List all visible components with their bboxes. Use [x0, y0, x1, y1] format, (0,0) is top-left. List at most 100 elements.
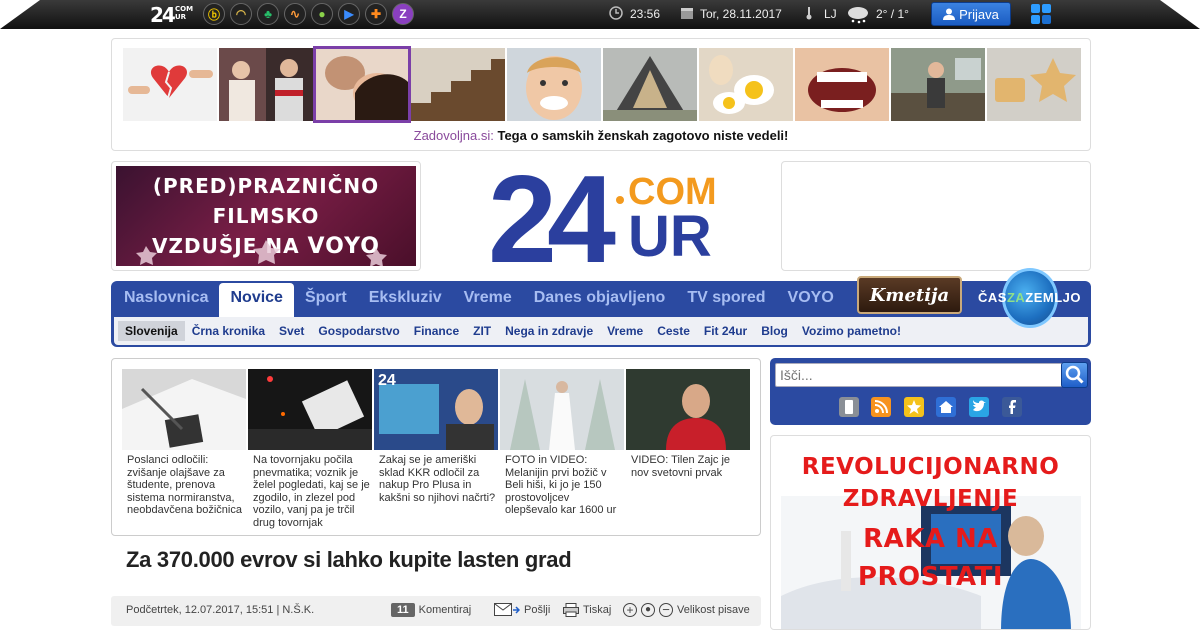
- site-logo[interactable]: 24 COM UR: [488, 151, 718, 289]
- ball-icon[interactable]: ◠: [230, 3, 252, 25]
- nav-item-danes-objavljeno[interactable]: Danes objavljeno: [523, 281, 677, 317]
- bike-icon[interactable]: ⓑ: [203, 3, 225, 25]
- font-size-controls: + ● − Velikost pisave: [623, 603, 750, 617]
- subnav-item-ceste[interactable]: Ceste: [650, 321, 697, 341]
- print-button[interactable]: Tiskaj: [563, 603, 611, 617]
- font-reset-icon[interactable]: ●: [641, 603, 655, 617]
- lines-icon[interactable]: ∿: [284, 3, 306, 25]
- voyo-banner[interactable]: (PRED)PRAZNIČNO FILMSKO VZDUŠJE NA VOYO: [111, 161, 421, 271]
- news-item[interactable]: FOTO in VIDEO: Melanijin prvi božič v Be…: [500, 369, 624, 517]
- promo-thumb-cookies[interactable]: [987, 48, 1081, 121]
- home-icon[interactable]: [936, 397, 956, 417]
- news-text: Zakaj se je ameriški sklad KKR odločil z…: [379, 454, 496, 504]
- subnav-item-slovenija[interactable]: Slovenija: [118, 321, 185, 341]
- nav-item-sport[interactable]: Šport: [294, 281, 358, 317]
- mobile-icon[interactable]: [839, 397, 859, 417]
- nav-item-ekskluziv[interactable]: Ekskluziv: [358, 281, 453, 317]
- comment-button[interactable]: 11 Komentiraj: [391, 603, 471, 617]
- search-input[interactable]: [775, 363, 1063, 387]
- svg-text:24: 24: [378, 372, 396, 389]
- promo-thumb-kitchen[interactable]: [891, 48, 985, 121]
- subnav-item-zit[interactable]: ZIT: [466, 321, 498, 341]
- twitter-icon[interactable]: [969, 397, 989, 417]
- news-image-kkr: 24: [374, 369, 498, 450]
- promo-thumb-boy[interactable]: [507, 48, 601, 121]
- font-size-label: Velikost pisave: [677, 604, 750, 616]
- news-item[interactable]: 24 Zakaj se je ameriški sklad KKR odloči…: [374, 369, 498, 504]
- play-icon[interactable]: ▶: [338, 3, 360, 25]
- font-increase-icon[interactable]: +: [623, 603, 637, 617]
- subnav-item-blog[interactable]: Blog: [754, 321, 795, 341]
- top-bar: 24 COM UR ⓑ ◠ ♣ ∿ ● ▶ ✚ Z 23:56 Tor, 28.1…: [0, 0, 1200, 29]
- subnav-item-gospodarstvo[interactable]: Gospodarstvo: [311, 321, 406, 341]
- kmetija-button[interactable]: Kmetija: [857, 276, 962, 314]
- subnav-item-vreme[interactable]: Vreme: [600, 321, 650, 341]
- search-button[interactable]: [1061, 362, 1088, 388]
- nav-item-voyo[interactable]: VOYO: [777, 281, 845, 317]
- promo-thumb-couple[interactable]: [219, 48, 313, 121]
- news-item[interactable]: VIDEO: Tilen Zajc je nov svetovni prvak: [626, 369, 750, 479]
- partner-icons: ⓑ ◠ ♣ ∿ ● ▶ ✚ Z: [203, 3, 414, 25]
- login-label: Prijava: [959, 6, 999, 22]
- subnav-item-vozimo-pametno[interactable]: Vozimo pametno!: [795, 321, 908, 341]
- rss-icon[interactable]: [871, 397, 891, 417]
- envelope-icon: [494, 603, 520, 616]
- promo-caption[interactable]: Zadovoljna.si: Tega o samskih ženskah za…: [112, 128, 1090, 143]
- news-item[interactable]: Poslanci odločili: zvišanje olajšave za …: [122, 369, 246, 517]
- promo-thumb-house[interactable]: [603, 48, 697, 121]
- location: LJ: [824, 7, 837, 21]
- apps-grid-icon[interactable]: [1031, 4, 1053, 24]
- star-icon[interactable]: [904, 397, 924, 417]
- login-button[interactable]: Prijava: [931, 2, 1011, 26]
- weather-snow-icon: [848, 7, 868, 24]
- comment-label: Komentiraj: [418, 604, 472, 616]
- cas-za-zemljo-link[interactable]: ČASZAZEMLJO: [978, 290, 1081, 305]
- ad-line-3: RAKA NA: [863, 524, 998, 554]
- z-icon[interactable]: Z: [392, 3, 414, 25]
- apple-icon[interactable]: ●: [311, 3, 333, 25]
- casza-part-1: ČAS: [978, 290, 1007, 305]
- promo-thumb-eggs[interactable]: [699, 48, 793, 121]
- tree-icon[interactable]: ♣: [257, 3, 279, 25]
- health-ad[interactable]: REVOLUCIJONARNO ZDRAVLJENJE RAKA NA PROS…: [770, 435, 1091, 630]
- promo-source: Zadovoljna.si:: [413, 128, 494, 143]
- article-meta-bar: Podčetrtek, 12.07.2017, 15:51 | N.Š.K. 1…: [111, 596, 761, 626]
- font-decrease-icon[interactable]: −: [659, 603, 673, 617]
- snowflake-decoration: [136, 240, 387, 266]
- banner-line-1: (PRED)PRAZNIČNO FILMSKO: [152, 174, 380, 228]
- facebook-icon[interactable]: [1002, 397, 1022, 417]
- nav-item-vreme[interactable]: Vreme: [453, 281, 523, 317]
- nav-item-novice[interactable]: Novice: [219, 283, 294, 319]
- casza-part-3: ZEMLJO: [1025, 290, 1082, 305]
- promo-headline[interactable]: Tega o samskih ženskah zagotovo niste ve…: [497, 128, 788, 143]
- promo-thumb-broken-heart[interactable]: [123, 48, 217, 121]
- promo-thumb-stairs[interactable]: [411, 48, 505, 121]
- casza-part-2: ZA: [1006, 290, 1026, 305]
- ad-line-1: REVOLUCIJONARNO: [801, 454, 1060, 480]
- sub-navigation: Slovenija Črna kronika Svet Gospodarstvo…: [114, 317, 1088, 345]
- comment-bubble-icon: 11: [391, 603, 415, 617]
- thermometer-icon: [806, 7, 812, 20]
- subnav-item-svet[interactable]: Svet: [272, 321, 311, 341]
- logo-24: 24: [488, 158, 616, 273]
- print-label: Tiskaj: [583, 604, 612, 616]
- promo-thumb-mouth[interactable]: [795, 48, 889, 121]
- news-image-melania: [500, 369, 624, 450]
- subnav-item-nega-in-zdravje[interactable]: Nega in zdravje: [498, 321, 600, 341]
- send-button[interactable]: Pošlji: [494, 603, 550, 617]
- subnav-item-finance[interactable]: Finance: [407, 321, 466, 341]
- news-text: VIDEO: Tilen Zajc je nov svetovni prvak: [631, 454, 731, 479]
- topbar-logo[interactable]: 24 COM UR: [150, 3, 193, 27]
- subnav-item-crna-kronika[interactable]: Črna kronika: [185, 321, 272, 341]
- subnav-item-fit-24ur[interactable]: Fit 24ur: [697, 321, 754, 341]
- news-item[interactable]: Na tovornjaku počila pnevmatika; voznik …: [248, 369, 372, 529]
- search-icon: [1065, 365, 1084, 384]
- promo-thumb-kiss[interactable]: [313, 46, 411, 123]
- topbar-logo-ur: UR: [175, 13, 187, 21]
- search-panel: [770, 358, 1091, 425]
- plus-icon[interactable]: ✚: [365, 3, 387, 25]
- nav-item-naslovnica[interactable]: Naslovnica: [113, 281, 219, 317]
- clock-icon: [609, 6, 623, 20]
- nav-item-tv-spored[interactable]: TV spored: [676, 281, 776, 317]
- user-icon: [943, 8, 956, 20]
